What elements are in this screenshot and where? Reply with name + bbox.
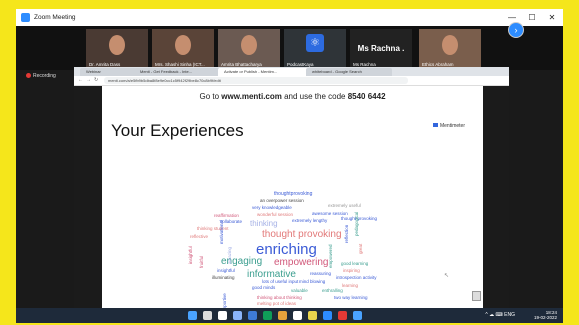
- clock[interactable]: 18:24 19-02-2022: [534, 310, 557, 320]
- word-cloud-term: extremely lengthy: [292, 218, 328, 223]
- participant-tile[interactable]: Amrita Bhattacharya: [218, 29, 280, 68]
- word-cloud-term: pedagogical: [354, 211, 359, 236]
- word-cloud-term: thinking: [250, 219, 278, 228]
- participant-gallery: Dr. Amrita Dass Mrs. Shashi Sinha (ICT...…: [16, 26, 563, 70]
- taskbar-app-icon[interactable]: [293, 311, 302, 320]
- mentimeter-slide: Go to www.menti.com and use the code 854…: [102, 86, 483, 314]
- taskbar-app-icon[interactable]: [203, 311, 212, 320]
- forward-arrow-icon[interactable]: →: [86, 77, 91, 83]
- participant-tile[interactable]: Dr. Amrita Dass: [86, 29, 148, 68]
- atom-logo-icon: ⚛: [306, 34, 324, 52]
- participant-face: [175, 35, 191, 55]
- windows-taskbar: ^ ☁ ⌨ ENG 18:24 19-02-2022: [16, 308, 563, 323]
- menti-site: www.menti.com: [221, 92, 282, 101]
- word-cloud-term: illuminating: [212, 275, 235, 280]
- gallery-next-arrow-icon[interactable]: ›: [508, 22, 524, 38]
- word-cloud-term: thoughtprovoking: [274, 191, 313, 197]
- browser-tab[interactable]: Webinar: [80, 68, 136, 76]
- mentimeter-logo: Mentimeter: [432, 123, 465, 129]
- word-cloud-term: motivational: [219, 219, 224, 244]
- record-dot-icon: [26, 73, 31, 79]
- join-instruction: Go to www.menti.com and use the code 854…: [199, 92, 386, 101]
- taskbar-app-icon[interactable]: [218, 311, 227, 320]
- zoom-window: Zoom Meeting — ☐ ✕ Dr. Amrita Dass Mrs. S…: [16, 9, 563, 323]
- slide-heading: Your Experiences: [111, 121, 244, 140]
- participant-face: [109, 35, 125, 55]
- word-cloud-term: wonderful session: [257, 212, 294, 217]
- participant-tile[interactable]: Mrs. Shashi Sinha (ICT...: [152, 29, 214, 68]
- word-cloud-term: good minds: [252, 285, 276, 290]
- word-cloud-term: lots of useful input: [262, 279, 299, 284]
- browser-tab[interactable]: whiteboard - Google Search: [306, 68, 392, 76]
- word-cloud-term: valuable: [291, 288, 308, 293]
- title-bar: Zoom Meeting — ☐ ✕: [16, 9, 563, 26]
- presenter-avatar-icon: [472, 291, 481, 301]
- participant-face: [241, 35, 257, 55]
- participant-tile[interactable]: Ms Rachna . Ms Rachna: [350, 29, 412, 68]
- word-cloud-term: insightful: [188, 246, 193, 264]
- word-cloud-term: inspiring: [343, 268, 360, 273]
- close-button[interactable]: ✕: [543, 12, 561, 24]
- start-windows-icon[interactable]: [188, 311, 197, 320]
- presenter-left-panel: [74, 86, 102, 310]
- participant-display-name: Ms Rachna .: [357, 44, 405, 53]
- screen-share-view: Webinar Menti - Get Feedback - Inte... Act…: [74, 67, 509, 314]
- taskbar-app-icon[interactable]: [233, 311, 242, 320]
- participant-tile[interactable]: ⚛ PodcastKaya: [284, 29, 346, 68]
- word-cloud-term: reflection: [344, 224, 349, 243]
- word-cloud-term: fruitful: [199, 255, 204, 268]
- word-cloud-term: enthralling: [322, 288, 343, 293]
- recording-indicator: Recording: [26, 73, 56, 79]
- word-cloud-term: thinking about thinking: [257, 295, 302, 300]
- word-cloud-term: insightful: [217, 268, 235, 273]
- maximize-button[interactable]: ☐: [523, 12, 541, 24]
- word-cloud-term: mind blowing: [299, 279, 326, 284]
- word-cloud-term: two way learning: [334, 295, 368, 300]
- back-arrow-icon[interactable]: ←: [78, 77, 83, 83]
- word-cloud-term: enriching: [256, 241, 317, 258]
- browser-tab[interactable]: Menti - Get Feedback - Inte...: [134, 68, 220, 76]
- zoom-app-icon: [21, 13, 30, 22]
- mentimeter-mark-icon: [432, 123, 438, 127]
- word-cloud-term: introspection activity: [336, 275, 377, 280]
- reload-icon[interactable]: ↻: [94, 77, 98, 83]
- participant-face: [442, 35, 458, 55]
- mouse-pointer-icon: ↖: [444, 273, 450, 279]
- word-cloud-term: empowering: [274, 257, 329, 268]
- word-cloud-term: an overpower session: [260, 198, 304, 203]
- taskbar-app-icon[interactable]: [353, 311, 362, 320]
- word-cloud-term: empowered: [328, 244, 333, 268]
- clock-date: 19-02-2022: [533, 315, 557, 320]
- taskbar-app-icon[interactable]: [323, 311, 332, 320]
- word-cloud-term: thought provoking: [262, 229, 342, 240]
- word-cloud-term: amazing: [227, 246, 232, 264]
- word-cloud-term: melting pot of ideas: [257, 301, 297, 306]
- address-bar: ← → ↻ menti.com/a/e5fb9b5dba8f8e9e0cc1c5…: [74, 76, 509, 86]
- word-cloud-term: reassuring: [310, 271, 332, 276]
- word-cloud-term: reflective: [190, 234, 209, 239]
- word-cloud-term: extremely useful: [328, 203, 361, 208]
- browser-tab[interactable]: Activate or Publish - Mentim...: [218, 68, 308, 76]
- taskbar-app-icon[interactable]: [338, 311, 347, 320]
- taskbar-app-icon[interactable]: [263, 311, 272, 320]
- word-cloud-term: learning: [342, 283, 359, 288]
- presenter-right-panel: [483, 86, 509, 310]
- word-cloud-term: very knowledgeable: [252, 205, 292, 210]
- taskbar-app-icon[interactable]: [278, 311, 287, 320]
- window-title: Zoom Meeting: [34, 14, 76, 21]
- word-cloud-term: good learning: [341, 261, 369, 266]
- recording-label: Recording: [33, 73, 56, 79]
- url-field[interactable]: menti.com/a/e5fb9b5dba8f8e9e0cc1c5f942f2…: [104, 77, 408, 84]
- word-cloud-term: great: [358, 243, 363, 254]
- participant-tile[interactable]: Ethics Abraham: [419, 29, 481, 68]
- taskbar-app-icon[interactable]: [248, 311, 257, 320]
- browser-tab-strip: Webinar Menti - Get Feedback - Inte... Act…: [74, 67, 509, 76]
- taskbar-app-icon[interactable]: [308, 311, 317, 320]
- join-code: 8540 6442: [347, 92, 386, 101]
- word-cloud-term: reaffirmation: [214, 213, 239, 218]
- system-tray-icons[interactable]: ^ ☁ ⌨ ENG: [485, 312, 515, 318]
